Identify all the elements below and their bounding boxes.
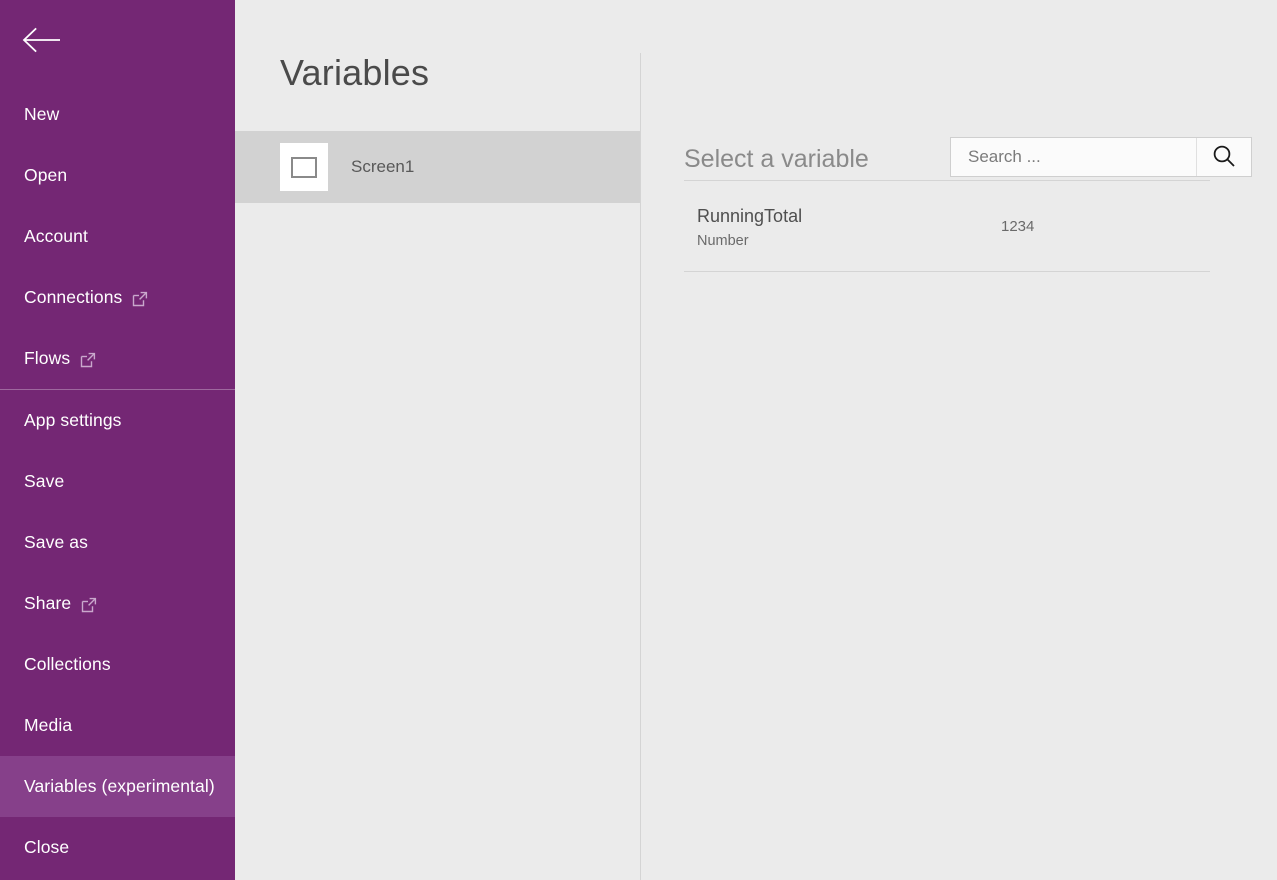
sidebar-item-label: Close — [24, 836, 70, 857]
sidebar-item-label: Account — [24, 225, 88, 246]
app-window: New Open Account Connections Flows App s… — [0, 0, 1277, 880]
variable-type: Number — [697, 233, 749, 249]
search-button[interactable] — [1196, 138, 1251, 176]
search-icon — [1211, 143, 1237, 172]
sidebar-item-label: Share — [24, 592, 72, 613]
sidebar-item-label: Collections — [24, 653, 111, 674]
sidebar-item-save-as[interactable]: Save as — [0, 512, 235, 573]
sidebar: New Open Account Connections Flows App s… — [0, 0, 235, 880]
sidebar-item-new[interactable]: New — [0, 84, 235, 145]
sidebar-item-label: Variables (experimental) — [24, 775, 215, 796]
variable-picker-title: Select a variable — [684, 144, 869, 173]
sidebar-item-label: Flows — [24, 347, 71, 368]
sidebar-item-app-settings[interactable]: App settings — [0, 390, 235, 451]
variables-panel: Variables Screen1 — [235, 0, 641, 880]
sidebar-item-close[interactable]: Close — [0, 817, 235, 878]
sidebar-item-share[interactable]: Share — [0, 573, 235, 634]
sidebar-item-open[interactable]: Open — [0, 145, 235, 206]
variable-name: RunningTotal — [697, 206, 803, 226]
sidebar-item-collections[interactable]: Collections — [0, 634, 235, 695]
screen-list-item-screen1[interactable]: Screen1 — [235, 131, 641, 203]
open-external-icon — [81, 597, 97, 613]
sidebar-item-label: Save — [24, 470, 65, 491]
page-title: Variables — [280, 52, 430, 93]
sidebar-item-label: Open — [24, 164, 68, 185]
back-button[interactable] — [18, 16, 66, 64]
variable-value: 1234 — [1001, 218, 1035, 235]
sidebar-item-label: New — [24, 103, 60, 124]
search-input[interactable] — [951, 138, 1196, 176]
back-arrow-icon — [22, 27, 62, 53]
sidebar-menu: New Open Account Connections Flows App s… — [0, 84, 235, 878]
sidebar-item-label: App settings — [24, 409, 122, 430]
variable-row-runningtotal[interactable]: RunningTotal Number 1234 — [684, 181, 1210, 272]
sidebar-item-flows[interactable]: Flows — [0, 328, 235, 389]
sidebar-item-variables[interactable]: Variables (experimental) — [0, 756, 235, 817]
variable-picker-header: Select a variable — [684, 137, 1252, 181]
open-external-icon — [132, 291, 148, 307]
sidebar-item-label: Media — [24, 714, 73, 735]
sidebar-item-media[interactable]: Media — [0, 695, 235, 756]
sidebar-item-account[interactable]: Account — [0, 206, 235, 267]
search-box[interactable] — [950, 137, 1252, 177]
sidebar-item-label: Connections — [24, 286, 123, 307]
screen-list-item-label: Screen1 — [351, 157, 415, 176]
screen-thumbnail-icon — [280, 143, 328, 191]
open-external-icon — [80, 352, 96, 368]
variable-picker-panel: Select a variable — [641, 0, 1277, 880]
sidebar-item-connections[interactable]: Connections — [0, 267, 235, 328]
sidebar-item-label: Save as — [24, 531, 88, 552]
sidebar-item-save[interactable]: Save — [0, 451, 235, 512]
